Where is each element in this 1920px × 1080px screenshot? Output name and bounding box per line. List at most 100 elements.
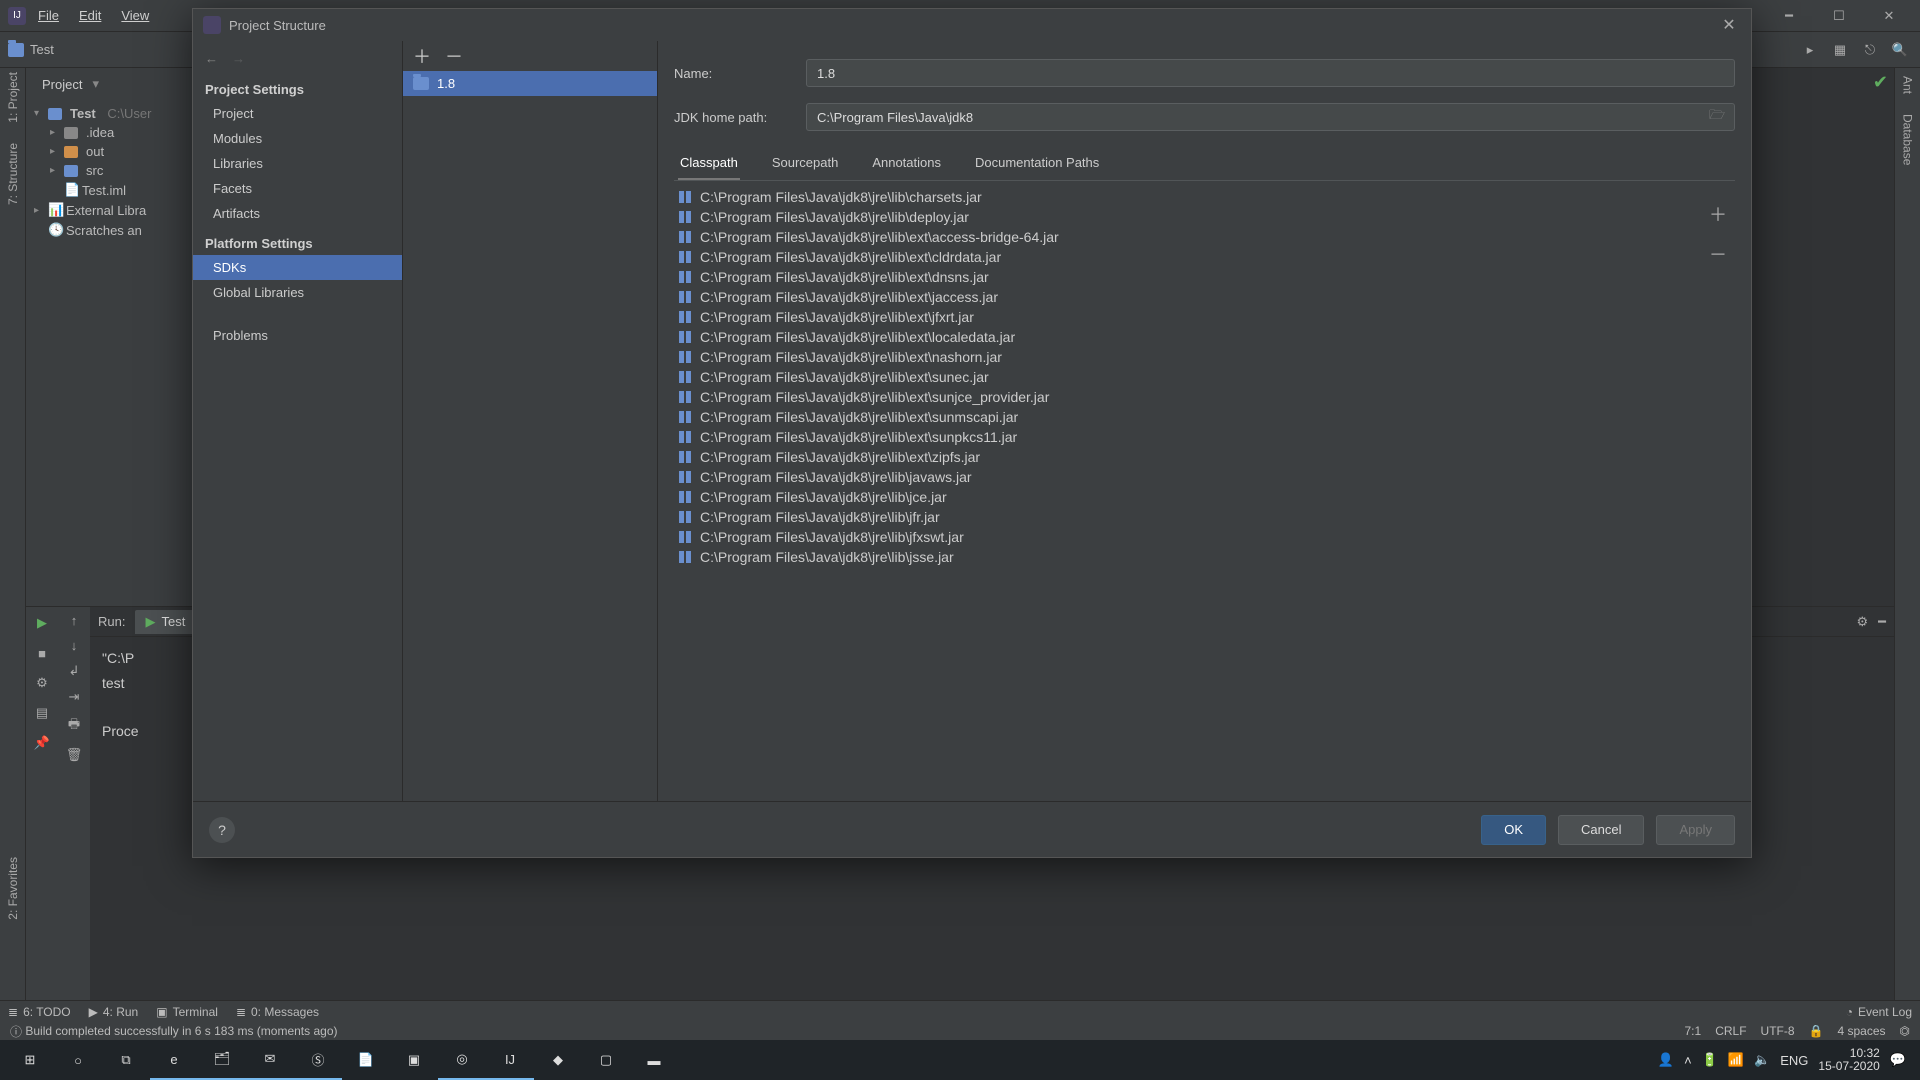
run-gear-icon[interactable]: ⚙ bbox=[1857, 614, 1869, 630]
classpath-entry[interactable]: C:\Program Files\Java\jdk8\jre\lib\deplo… bbox=[674, 207, 1701, 227]
search-everywhere-icon[interactable]: 🔍 bbox=[1888, 38, 1912, 62]
scroll-down-icon[interactable]: ↓ bbox=[71, 638, 78, 653]
task-view-icon[interactable]: ⧉ bbox=[102, 1040, 150, 1080]
cancel-button[interactable]: Cancel bbox=[1558, 815, 1644, 845]
tool-todo[interactable]: ≣ 6: TODO bbox=[8, 1005, 71, 1019]
chrome-icon[interactable]: ◎ bbox=[438, 1040, 486, 1080]
add-sdk-button[interactable]: ＋ bbox=[413, 43, 431, 69]
menu-file[interactable]: File bbox=[30, 4, 67, 27]
soft-wrap-icon[interactable]: ↲ bbox=[69, 663, 80, 679]
window-maximize[interactable]: ☐ bbox=[1816, 0, 1862, 32]
chevron-down-icon[interactable]: ▾ bbox=[92, 76, 99, 92]
nav-facets[interactable]: Facets bbox=[193, 176, 402, 201]
dialog-close-button[interactable]: ✕ bbox=[1717, 15, 1741, 35]
language-indicator[interactable]: ENG bbox=[1780, 1053, 1808, 1068]
classpath-entry[interactable]: C:\Program Files\Java\jdk8\jre\lib\ext\s… bbox=[674, 407, 1701, 427]
classpath-entry[interactable]: C:\Program Files\Java\jdk8\jre\lib\ext\j… bbox=[674, 307, 1701, 327]
tool-messages[interactable]: ≣ 0: Messages bbox=[236, 1005, 319, 1019]
outlook-icon[interactable]: ✉ bbox=[246, 1040, 294, 1080]
clock[interactable]: 10:32 15-07-2020 bbox=[1818, 1047, 1879, 1073]
window-close[interactable]: ✕ bbox=[1866, 0, 1912, 32]
classpath-entry[interactable]: C:\Program Files\Java\jdk8\jre\lib\ext\z… bbox=[674, 447, 1701, 467]
tool-terminal[interactable]: ▣ Terminal bbox=[156, 1005, 218, 1019]
menu-view[interactable]: View bbox=[113, 4, 157, 27]
nav-problems[interactable]: Problems bbox=[193, 323, 402, 348]
apply-button[interactable]: Apply bbox=[1656, 815, 1735, 845]
menu-edit[interactable]: Edit bbox=[71, 4, 109, 27]
start-button[interactable]: ⊞ bbox=[6, 1040, 54, 1080]
classpath-entry[interactable]: C:\Program Files\Java\jdk8\jre\lib\ext\d… bbox=[674, 267, 1701, 287]
nav-modules[interactable]: Modules bbox=[193, 126, 402, 151]
jdk-home-input[interactable]: C:\Program Files\Java\jdk8 🗁 bbox=[806, 103, 1735, 131]
notifications-icon[interactable]: 💬 bbox=[1890, 1052, 1906, 1068]
edge-icon[interactable]: e bbox=[150, 1040, 198, 1080]
explorer-icon[interactable]: 🗂 bbox=[198, 1040, 246, 1080]
classpath-list[interactable]: C:\Program Files\Java\jdk8\jre\lib\chars… bbox=[674, 181, 1701, 801]
file-encoding[interactable]: UTF-8 bbox=[1761, 1024, 1795, 1038]
debug-icon[interactable]: ⎋ bbox=[1858, 38, 1882, 62]
memory-icon[interactable]: ⏣ bbox=[1900, 1024, 1910, 1038]
tool-database[interactable]: Database bbox=[1901, 114, 1915, 165]
tool-run[interactable]: ▶ 4: Run bbox=[89, 1005, 139, 1019]
nav-libraries[interactable]: Libraries bbox=[193, 151, 402, 176]
cmd-icon[interactable]: ▬ bbox=[630, 1040, 678, 1080]
volume-icon[interactable]: 🔈 bbox=[1754, 1052, 1770, 1068]
breadcrumb-project[interactable]: Test bbox=[30, 42, 54, 57]
scroll-up-icon[interactable]: ↑ bbox=[71, 613, 78, 628]
tool-ant[interactable]: Ant bbox=[1901, 76, 1915, 94]
browse-folder-icon[interactable]: 🗁 bbox=[1704, 106, 1730, 128]
run-play-icon[interactable]: ▶ bbox=[32, 613, 52, 633]
classpath-entry[interactable]: C:\Program Files\Java\jdk8\jre\lib\ext\l… bbox=[674, 327, 1701, 347]
classpath-entry[interactable]: C:\Program Files\Java\jdk8\jre\lib\jsse.… bbox=[674, 547, 1701, 567]
classpath-entry[interactable]: C:\Program Files\Java\jdk8\jre\lib\ext\s… bbox=[674, 427, 1701, 447]
app-icon[interactable]: ◆ bbox=[534, 1040, 582, 1080]
search-icon[interactable]: ○ bbox=[54, 1040, 102, 1080]
sdk-entry[interactable]: 1.8 bbox=[403, 71, 657, 96]
help-button[interactable]: ? bbox=[209, 817, 235, 843]
nav-artifacts[interactable]: Artifacts bbox=[193, 201, 402, 226]
tool-event-log[interactable]: ◔ Event Log bbox=[1846, 1005, 1912, 1019]
line-separator[interactable]: CRLF bbox=[1715, 1024, 1746, 1038]
ok-button[interactable]: OK bbox=[1481, 815, 1546, 845]
nav-global-libs[interactable]: Global Libraries bbox=[193, 280, 402, 305]
tab-sourcepath[interactable]: Sourcepath bbox=[770, 147, 841, 180]
battery-icon[interactable]: 🔋 bbox=[1702, 1052, 1718, 1068]
notepad-icon[interactable]: 📄 bbox=[342, 1040, 390, 1080]
project-view-title[interactable]: Project bbox=[42, 77, 82, 92]
people-icon[interactable]: 👤 bbox=[1658, 1052, 1674, 1068]
classpath-entry[interactable]: C:\Program Files\Java\jdk8\jre\lib\jfr.j… bbox=[674, 507, 1701, 527]
run-settings-icon[interactable]: ⚙ bbox=[32, 673, 52, 693]
sdk-name-input[interactable]: 1.8 bbox=[806, 59, 1735, 87]
classpath-entry[interactable]: C:\Program Files\Java\jdk8\jre\lib\ext\s… bbox=[674, 387, 1701, 407]
print-icon[interactable]: 🖶 bbox=[68, 715, 80, 737]
classpath-entry[interactable]: C:\Program Files\Java\jdk8\jre\lib\jfxsw… bbox=[674, 527, 1701, 547]
remove-sdk-button[interactable]: － bbox=[445, 43, 463, 69]
run-layout-icon[interactable]: ▤ bbox=[32, 703, 52, 723]
tool-favorites[interactable]: 2: Favorites bbox=[6, 857, 20, 920]
run-hide-icon[interactable]: ━ bbox=[1878, 614, 1886, 630]
nav-back-icon[interactable]: ← bbox=[205, 51, 218, 66]
powerpoint-icon[interactable]: ▣ bbox=[390, 1040, 438, 1080]
run-pin-icon[interactable]: 📌 bbox=[32, 733, 52, 753]
classpath-entry[interactable]: C:\Program Files\Java\jdk8\jre\lib\ext\s… bbox=[674, 367, 1701, 387]
lock-icon[interactable]: 🔒 bbox=[1809, 1024, 1824, 1038]
run-config-icon[interactable]: ▸ bbox=[1798, 38, 1822, 62]
nav-sdks[interactable]: SDKs bbox=[193, 255, 402, 280]
tab-classpath[interactable]: Classpath bbox=[678, 147, 740, 180]
skype-icon[interactable]: Ⓢ bbox=[294, 1040, 342, 1080]
classpath-entry[interactable]: C:\Program Files\Java\jdk8\jre\lib\jce.j… bbox=[674, 487, 1701, 507]
caret-position[interactable]: 7:1 bbox=[1685, 1024, 1702, 1038]
tab-docs[interactable]: Documentation Paths bbox=[973, 147, 1101, 180]
indent-setting[interactable]: 4 spaces bbox=[1837, 1024, 1885, 1038]
wifi-icon[interactable]: 📶 bbox=[1728, 1052, 1744, 1068]
classpath-entry[interactable]: C:\Program Files\Java\jdk8\jre\lib\ext\n… bbox=[674, 347, 1701, 367]
classpath-entry[interactable]: C:\Program Files\Java\jdk8\jre\lib\ext\j… bbox=[674, 287, 1701, 307]
classpath-entry[interactable]: C:\Program Files\Java\jdk8\jre\lib\chars… bbox=[674, 187, 1701, 207]
trash-icon[interactable]: 🗑 bbox=[66, 747, 83, 763]
tab-annotations[interactable]: Annotations bbox=[870, 147, 943, 180]
window-minimize[interactable]: ━ bbox=[1766, 0, 1812, 32]
tray-chevron-icon[interactable]: ˄ bbox=[1684, 1053, 1692, 1068]
run-stop-icon[interactable]: ■ bbox=[32, 643, 52, 663]
intellij-taskbar-icon[interactable]: IJ bbox=[486, 1040, 534, 1080]
sticky-notes-icon[interactable]: ▢ bbox=[582, 1040, 630, 1080]
